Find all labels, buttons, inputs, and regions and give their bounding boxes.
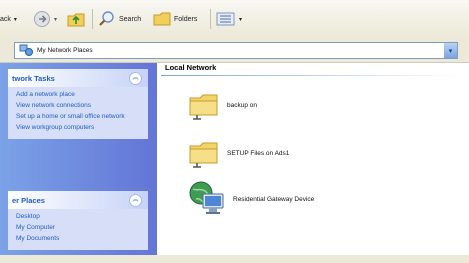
task-add-network-place[interactable]: Add a network place — [16, 91, 144, 99]
chevron-down-icon: ▾ — [448, 47, 453, 55]
task-setup-home-network[interactable]: Set up a home or small office network — [16, 113, 144, 121]
task-pane: twork Tasks ︽ Add a network place View n… — [0, 63, 157, 263]
group-divider — [161, 75, 461, 76]
group-title: Local Network — [165, 63, 217, 72]
chevron-down-icon: ▾ — [54, 16, 58, 23]
place-my-computer[interactable]: My Computer — [16, 224, 144, 232]
address-field[interactable]: My Network Places ▾ — [14, 42, 458, 59]
network-tasks-title: twork Tasks — [12, 73, 55, 83]
other-places-title: er Places — [12, 195, 45, 205]
network-folder-icon — [189, 94, 218, 120]
views-icon — [216, 12, 235, 26]
address-text: My Network Places — [37, 47, 93, 54]
search-button[interactable]: Search — [98, 11, 141, 27]
back-button[interactable]: ack ▾ — [0, 11, 17, 27]
main-content: Local Network backup on SETUP Files on A… — [157, 63, 469, 263]
chevron-down-icon: ▾ — [239, 16, 243, 23]
other-places-list: Desktop My Computer My Documents — [8, 209, 148, 250]
address-dropdown-button[interactable]: ▾ — [444, 43, 457, 58]
toolbar-separator — [210, 9, 211, 29]
folders-label: Folders — [174, 15, 198, 23]
item-label: Residential Gateway Device — [233, 195, 315, 203]
chevron-down-icon: ▾ — [13, 16, 17, 23]
task-view-network-connections[interactable]: View network connections — [16, 102, 144, 110]
toolbar: ack ▾ ▾ Search Folders ▾ — [0, 0, 469, 39]
collapse-icon[interactable]: ︽ — [129, 193, 142, 207]
network-tasks-box: twork Tasks ︽ Add a network place View n… — [8, 69, 148, 139]
network-tasks-list: Add a network place View network connect… — [8, 87, 148, 139]
folders-button[interactable]: Folders — [153, 11, 197, 27]
address-bar: My Network Places ▾ — [0, 38, 469, 63]
collapse-icon[interactable]: ︽ — [129, 71, 142, 85]
place-my-documents[interactable]: My Documents — [16, 235, 144, 243]
gateway-device-icon — [189, 181, 224, 214]
network-folder-icon — [189, 142, 218, 168]
item-label: SETUP Files on Ads1 — [227, 149, 290, 157]
up-folder-icon — [67, 13, 85, 27]
search-icon — [99, 11, 114, 26]
forward-button[interactable]: ▾ — [33, 11, 57, 27]
network-places-icon — [19, 44, 33, 56]
search-label: Search — [119, 15, 142, 23]
other-places-header[interactable]: er Places ︽ — [8, 191, 148, 209]
list-item[interactable]: backup on — [187, 88, 257, 122]
views-button[interactable]: ▾ — [216, 11, 242, 27]
other-places-box: er Places ︽ Desktop My Computer My Docum… — [8, 191, 148, 250]
task-view-workgroup-computers[interactable]: View workgroup computers — [16, 124, 144, 132]
bottom-strip — [0, 255, 469, 263]
forward-arrow-icon — [34, 11, 50, 27]
list-item[interactable]: Residential Gateway Device — [187, 179, 314, 219]
item-label: backup on — [227, 101, 257, 109]
place-desktop[interactable]: Desktop — [16, 213, 144, 221]
folders-icon — [153, 12, 171, 26]
toolbar-separator — [92, 9, 93, 29]
up-folder-button[interactable] — [66, 11, 86, 27]
network-tasks-header[interactable]: twork Tasks ︽ — [8, 69, 148, 87]
list-item[interactable]: SETUP Files on Ads1 — [187, 136, 289, 170]
back-label: ack — [0, 15, 11, 23]
